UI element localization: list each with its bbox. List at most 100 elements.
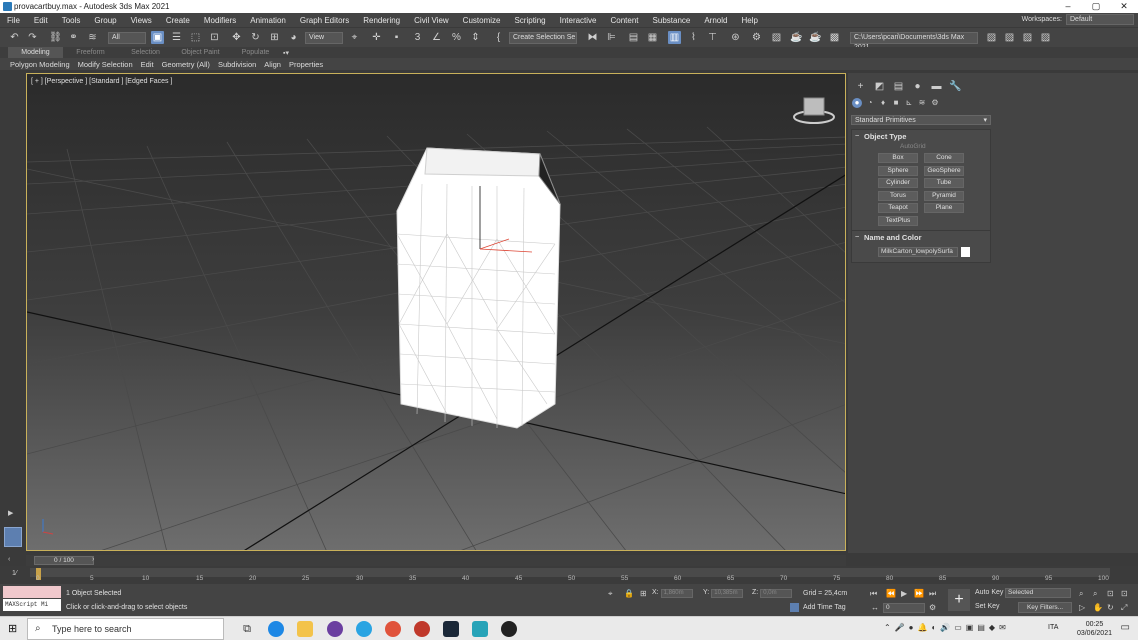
box-button[interactable]: Box [878, 153, 918, 163]
perspective-viewport[interactable]: [ + ] [Perspective ] [Standard ] [Edged … [26, 73, 846, 551]
angle-snap-icon[interactable]: ∠ [430, 31, 443, 44]
menu-create[interactable]: Create [159, 16, 197, 25]
menu-tools[interactable]: Tools [55, 16, 88, 25]
unity-icon[interactable] [501, 621, 517, 637]
selection-filter-dropdown[interactable]: All [108, 32, 146, 44]
tray-icons[interactable]: ⌃🎤●🔔◐🔊▭▣▤◆✉ [884, 623, 1010, 632]
tab-populate[interactable]: Populate [228, 49, 283, 56]
key-mode-icon[interactable]: ↔ [871, 603, 879, 612]
cylinder-button[interactable]: Cylinder [878, 178, 918, 188]
zoom-extents-icon[interactable]: ⊡ [1107, 589, 1114, 598]
scale-icon[interactable]: ⊞ [268, 31, 281, 44]
rotate-icon[interactable]: ↻ [249, 31, 262, 44]
pyramid-button[interactable]: Pyramid [924, 190, 964, 201]
project-path-dropdown[interactable]: C:\Users\pcari\Documents\3ds Max 2021 [850, 32, 978, 51]
prev-frame-icon[interactable]: ‹ [8, 556, 10, 563]
next-frame-icon[interactable]: › [92, 556, 94, 563]
cone-button[interactable]: Cone [924, 153, 964, 163]
undo-icon[interactable]: ↶ [8, 31, 21, 44]
key-filters-button[interactable]: Key Filters... [1018, 602, 1072, 613]
set-key-button[interactable]: Set Key [975, 603, 1000, 610]
tab-freeform[interactable]: Freeform [63, 49, 118, 56]
menu-graph-editors[interactable]: Graph Editors [293, 16, 356, 25]
selection-lock-icon[interactable]: 🔒 [624, 589, 634, 598]
bind-space-warp-icon[interactable]: ≋ [86, 31, 99, 44]
expand-arrow-icon[interactable]: ▶ [8, 509, 13, 517]
spinner-snap-icon[interactable]: ⇕ [469, 31, 482, 44]
tab-selection[interactable]: Selection [118, 49, 173, 56]
sphere-button[interactable]: Sphere [878, 165, 918, 176]
menu-civil-view[interactable]: Civil View [407, 16, 456, 25]
object-type-header[interactable]: Object Type [852, 130, 990, 143]
maxscript-listener[interactable]: MAXScript Mi [3, 586, 61, 612]
zoom-all-icon[interactable]: ⌕ [1093, 589, 1097, 599]
cameras-category-icon[interactable]: ■ [891, 98, 901, 108]
lights-category-icon[interactable]: ♦ [878, 98, 888, 108]
maximize-viewport-icon[interactable]: ⤢ [1121, 603, 1127, 613]
minimize-button[interactable]: – [1054, 0, 1082, 13]
move-icon[interactable]: ✥ [230, 31, 243, 44]
chrome-icon[interactable] [385, 621, 401, 637]
edit-named-selection-icon[interactable]: { [492, 31, 505, 44]
input-language[interactable]: ITA [1048, 624, 1058, 631]
utilities-tab-icon[interactable]: 🔧 [949, 81, 962, 93]
steam-icon[interactable] [443, 621, 459, 637]
select-by-name-icon[interactable]: ☰ [170, 31, 183, 44]
menu-arnold[interactable]: Arnold [697, 16, 734, 25]
menu-edit[interactable]: Edit [27, 16, 55, 25]
ribbon-modify-selection[interactable]: Modify Selection [74, 60, 137, 69]
project-open-icon[interactable]: ▨ [1003, 31, 1016, 44]
material-editor-icon[interactable]: ⊛ [729, 31, 742, 44]
object-color-swatch[interactable] [961, 247, 970, 257]
render-iterative-icon[interactable]: ☕ [809, 31, 822, 44]
time-config-icon[interactable]: ⚙ [929, 603, 936, 612]
ribbon-geometry-all[interactable]: Geometry (All) [158, 60, 214, 69]
menu-content[interactable]: Content [604, 16, 646, 25]
z-coord-field[interactable]: 0,0m [760, 589, 793, 598]
spacewarps-category-icon[interactable]: ≋ [917, 98, 927, 108]
project-save-icon[interactable]: ▨ [1021, 31, 1034, 44]
ribbon-subdivision[interactable]: Subdivision [214, 60, 260, 69]
render-production-icon[interactable]: ☕ [790, 31, 803, 44]
close-button[interactable]: ✕ [1110, 0, 1138, 13]
next-key-icon[interactable]: ⏩ [914, 589, 924, 598]
tab-object-paint[interactable]: Object Paint [173, 49, 228, 56]
autogrid-checkbox[interactable]: AutoGrid [900, 143, 990, 150]
time-tag-icon[interactable] [790, 603, 799, 612]
time-slider[interactable]: ‹ 0 / 100 › [8, 555, 846, 566]
object-name-field[interactable]: MilkCarton_lowpolySurfa [878, 247, 958, 257]
current-frame-field[interactable]: 0 [883, 603, 925, 613]
arnold-render-icon[interactable]: ▩ [828, 31, 841, 44]
goto-end-icon[interactable]: ⏭ [929, 589, 936, 599]
link-icon[interactable]: ⛓ [49, 31, 62, 44]
project-folder-icon[interactable]: ▨ [985, 31, 998, 44]
set-keys-icon[interactable]: + [948, 589, 970, 611]
time-slider-knob[interactable]: 0 / 100 [34, 556, 94, 565]
toggle-ribbon-icon[interactable]: ▥ [668, 31, 681, 44]
shapes-category-icon[interactable]: ◔ [865, 98, 875, 108]
menu-views[interactable]: Views [124, 16, 159, 25]
orbit-icon[interactable]: ↻ [1107, 603, 1114, 612]
windows-start-icon[interactable]: ⊞ [8, 622, 17, 635]
tube-button[interactable]: Tube [924, 178, 964, 188]
file-explorer-icon[interactable] [297, 621, 313, 637]
viewport-label[interactable]: [ + ] [Perspective ] [Standard ] [Edged … [31, 78, 172, 85]
render-setup-icon[interactable]: ⚙ [750, 31, 763, 44]
project-new-icon[interactable]: ▨ [1039, 31, 1052, 44]
tab-modeling[interactable]: Modeling [8, 47, 63, 58]
3dsmax-taskbar-icon[interactable] [472, 621, 488, 637]
menu-rendering[interactable]: Rendering [356, 16, 407, 25]
reference-coordinate-dropdown[interactable]: View [305, 32, 343, 44]
layer-explorer-icon[interactable]: ▦ [646, 31, 659, 44]
menu-modifiers[interactable]: Modifiers [197, 16, 243, 25]
add-time-tag[interactable]: Add Time Tag [803, 604, 846, 611]
absolute-mode-icon[interactable]: ⊞ [640, 589, 647, 598]
key-mode-dropdown[interactable]: Selected [1005, 588, 1071, 598]
geosphere-button[interactable]: GeoSphere [924, 165, 964, 176]
keyboard-shortcut-icon[interactable]: ▪ [390, 31, 403, 44]
menu-customize[interactable]: Customize [456, 16, 508, 25]
named-selection-dropdown[interactable]: Create Selection Se [509, 32, 577, 44]
place-icon[interactable]: ◕ [287, 31, 300, 44]
redo-icon[interactable]: ↷ [26, 31, 39, 44]
mirror-icon[interactable]: ⧓ [586, 31, 599, 44]
